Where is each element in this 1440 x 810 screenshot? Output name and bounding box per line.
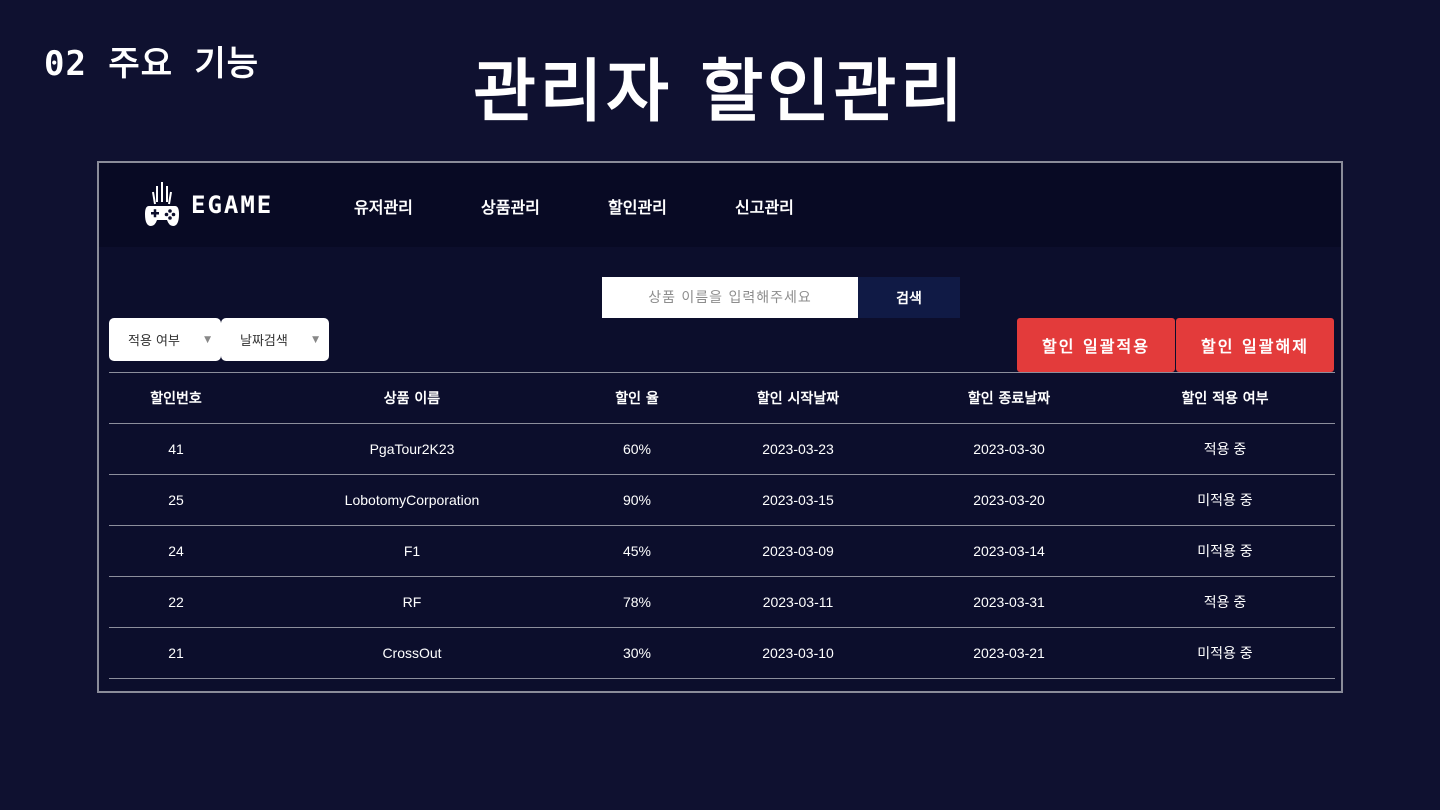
slide-title: 관리자 할인관리 <box>473 53 967 132</box>
header-discount-rate[interactable]: 할인 율 <box>581 372 693 424</box>
nav-item-discount-management[interactable]: 할인관리 <box>608 194 667 218</box>
cell-discount-rate: 30% <box>581 627 693 679</box>
bulk-apply-discount-button[interactable]: 할인 일괄적용 <box>1017 318 1175 372</box>
logo[interactable]: EGAME <box>143 181 273 229</box>
cell-apply-status: 미적용 중 <box>1115 627 1335 679</box>
table-row[interactable]: 22 RF 78% 2023-03-11 2023-03-31 적용 중 <box>109 576 1335 628</box>
cell-start-date: 2023-03-10 <box>693 627 903 679</box>
cell-discount-id: 41 <box>109 423 243 475</box>
apply-status-label: 적용 여부 <box>128 334 180 349</box>
date-search-label: 날짜검색 <box>240 334 288 349</box>
cell-discount-id: 24 <box>109 525 243 577</box>
cell-product-name: CrossOut <box>243 627 581 679</box>
header-start-date[interactable]: 할인 시작날짜 <box>693 372 903 424</box>
nav-item-report-management[interactable]: 신고관리 <box>735 194 794 218</box>
app-screenshot-frame: EGAME 유저관리 상품관리 할인관리 신고관리 검색 적용 여부 ▼ 날짜검… <box>97 161 1343 693</box>
cell-start-date: 2023-03-23 <box>693 423 903 475</box>
header-end-date[interactable]: 할인 종료날짜 <box>903 372 1115 424</box>
cell-start-date: 2023-03-11 <box>693 576 903 628</box>
search-button[interactable]: 검색 <box>858 277 960 318</box>
cell-discount-id: 25 <box>109 474 243 526</box>
nav-item-user-management[interactable]: 유저관리 <box>354 194 413 218</box>
nav-item-product-management[interactable]: 상품관리 <box>481 194 540 218</box>
header-product-name[interactable]: 상품 이름 <box>243 372 581 424</box>
top-navbar: EGAME 유저관리 상품관리 할인관리 신고관리 <box>99 163 1341 247</box>
cell-apply-status: 적용 중 <box>1115 423 1335 475</box>
table-header-row: 할인번호 상품 이름 할인 율 할인 시작날짜 할인 종료날짜 할인 적용 여부 <box>109 372 1335 424</box>
discount-table: 할인번호 상품 이름 할인 율 할인 시작날짜 할인 종료날짜 할인 적용 여부… <box>109 372 1335 679</box>
cell-discount-rate: 90% <box>581 474 693 526</box>
cell-end-date: 2023-03-31 <box>903 576 1115 628</box>
cell-end-date: 2023-03-20 <box>903 474 1115 526</box>
bulk-release-discount-button[interactable]: 할인 일괄해제 <box>1176 318 1334 372</box>
cell-start-date: 2023-03-09 <box>693 525 903 577</box>
gamepad-logo-icon <box>145 182 179 226</box>
table-row[interactable]: 21 CrossOut 30% 2023-03-10 2023-03-21 미적… <box>109 627 1335 679</box>
cell-discount-rate: 60% <box>581 423 693 475</box>
logo-text: EGAME <box>191 191 274 219</box>
chevron-down-icon: ▼ <box>204 334 211 345</box>
product-search-input[interactable] <box>602 277 858 318</box>
cell-discount-id: 21 <box>109 627 243 679</box>
cell-apply-status: 미적용 중 <box>1115 525 1335 577</box>
cell-end-date: 2023-03-21 <box>903 627 1115 679</box>
cell-product-name: RF <box>243 576 581 628</box>
table-row[interactable]: 24 F1 45% 2023-03-09 2023-03-14 미적용 중 <box>109 525 1335 577</box>
apply-status-dropdown[interactable]: 적용 여부 ▼ <box>109 318 221 361</box>
header-apply-status[interactable]: 할인 적용 여부 <box>1115 372 1335 424</box>
date-search-dropdown[interactable]: 날짜검색 ▼ <box>221 318 329 361</box>
cell-discount-rate: 78% <box>581 576 693 628</box>
table-row[interactable]: 25 LobotomyCorporation 90% 2023-03-15 20… <box>109 474 1335 526</box>
cell-discount-id: 22 <box>109 576 243 628</box>
cell-product-name: F1 <box>243 525 581 577</box>
cell-end-date: 2023-03-30 <box>903 423 1115 475</box>
cell-start-date: 2023-03-15 <box>693 474 903 526</box>
cell-product-name: LobotomyCorporation <box>243 474 581 526</box>
table-row[interactable]: 41 PgaTour2K23 60% 2023-03-23 2023-03-30… <box>109 423 1335 475</box>
cell-apply-status: 미적용 중 <box>1115 474 1335 526</box>
header-discount-id[interactable]: 할인번호 <box>109 372 243 424</box>
cell-discount-rate: 45% <box>581 525 693 577</box>
chevron-down-icon: ▼ <box>312 334 319 345</box>
cell-apply-status: 적용 중 <box>1115 576 1335 628</box>
cell-end-date: 2023-03-14 <box>903 525 1115 577</box>
cell-product-name: PgaTour2K23 <box>243 423 581 475</box>
